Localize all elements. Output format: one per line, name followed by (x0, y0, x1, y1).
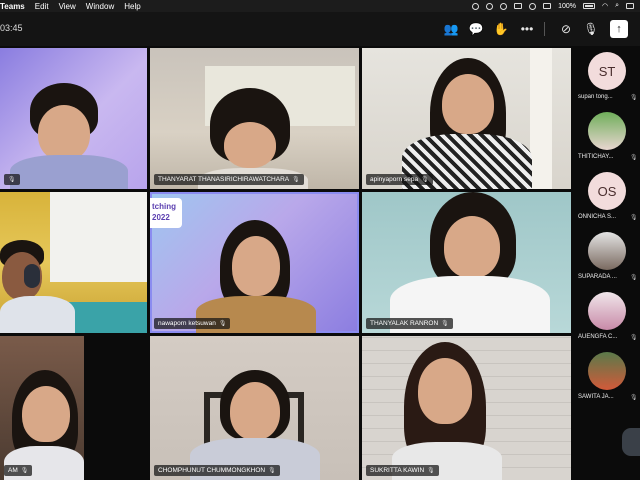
video-tile[interactable] (0, 192, 147, 333)
mic-muted-icon: 🎙 (630, 95, 638, 101)
mic-muted-icon: 🎙 (421, 177, 429, 183)
battery-icon[interactable] (582, 3, 595, 9)
video-tile-active[interactable]: tching 2022 nawaporn ketsuwan 🎙 (150, 192, 359, 333)
self-view-thumbnail[interactable] (622, 428, 640, 456)
mic-muted-icon: 🎙 (441, 321, 449, 327)
mic-muted-icon: 🎙 (20, 468, 29, 474)
menu-bar: Teams Edit View Window Help 100% ◠ ⌕ (0, 0, 640, 12)
participant-name: supan tong... (578, 94, 613, 100)
participant-name-label: THANYARAT THANASIRICHIRAWATCHARA 🎙 (154, 174, 304, 185)
participant-video (0, 240, 80, 333)
participant-video (390, 192, 550, 333)
mic-muted-icon: 🎙 (630, 155, 638, 161)
participant-video (190, 370, 320, 480)
video-tile[interactable]: 🎙 (0, 48, 147, 189)
participant-name: THITICHAY... (578, 154, 614, 160)
avatar: OS (588, 172, 626, 210)
reactions-icon[interactable]: ✋ (493, 21, 509, 37)
battery-percent: 100% (558, 2, 576, 10)
video-tile[interactable]: SUKRITTA KAWIN 🎙 (362, 336, 571, 480)
participant-name-label: apinyaporn sepa 🎙 (366, 174, 433, 185)
avatar (588, 292, 626, 330)
camera-status-icon[interactable] (486, 2, 494, 10)
mic-muted-icon: 🎙 (630, 215, 638, 221)
avatar (588, 112, 626, 150)
menu-app-teams[interactable]: Teams (0, 2, 25, 11)
video-tile[interactable]: AM 🎙 (0, 336, 84, 480)
people-icon[interactable]: 👥 (443, 21, 459, 37)
participant-name: ONNICHA S... (578, 214, 617, 220)
participant-video (4, 370, 84, 480)
participant-name: SAWITA JA... (578, 394, 614, 400)
control-center-icon[interactable] (626, 3, 634, 9)
participant-name-label: AM 🎙 (4, 465, 33, 476)
avatar (588, 352, 626, 390)
participant-name-label: nawaporn ketsuwan 🎙 (154, 318, 231, 329)
mic-muted-icon[interactable]: 🎙 (583, 21, 599, 37)
mic-muted-icon: 🎙 (8, 177, 16, 183)
vpn-status-icon[interactable] (529, 2, 537, 10)
video-tile[interactable]: CHOMPHUNUT CHUMMONGKHON 🎙 (150, 336, 359, 480)
menu-window[interactable]: Window (86, 2, 114, 11)
participant-name: AUENGFA C... (578, 334, 618, 340)
menu-view[interactable]: View (59, 2, 76, 11)
participant-gallery-sidebar: ST supan tong... 🎙 THITICHAY... 🎙 OS ONN… (574, 46, 640, 480)
participant-name-label: THANYALAK RANRON 🎙 (366, 318, 453, 329)
participant-thumbnail[interactable]: SUPARADA ... 🎙 (574, 232, 640, 292)
participant-thumbnail[interactable]: ST supan tong... 🎙 (574, 52, 640, 112)
mic-muted-icon: 🎙 (427, 468, 435, 474)
video-tile[interactable]: THANYALAK RANRON 🎙 (362, 192, 571, 333)
headset-icon (24, 264, 40, 288)
camera-off-icon[interactable]: ⊘ (558, 21, 574, 37)
toolbar-divider (544, 22, 545, 36)
more-options-icon[interactable]: ••• (519, 21, 535, 37)
participant-thumbnail[interactable]: OS ONNICHA S... 🎙 (574, 172, 640, 232)
screen-status-icon[interactable] (514, 3, 523, 9)
participant-video (10, 83, 130, 189)
participant-thumbnail[interactable]: SAWITA JA... 🎙 (574, 352, 640, 412)
mic-muted-icon: 🎙 (630, 335, 638, 341)
search-icon[interactable]: ⌕ (615, 2, 619, 10)
wifi-icon[interactable]: ◠ (602, 2, 608, 10)
avatar: ST (588, 52, 626, 90)
participant-video (386, 342, 516, 480)
status-app-icon[interactable] (472, 2, 480, 10)
mic-muted-icon: 🎙 (292, 177, 300, 183)
avatar (588, 232, 626, 270)
participant-name-label: CHOMPHUNUT CHUMMONGKHON 🎙 (154, 465, 280, 476)
mic-muted-icon: 🎙 (630, 275, 638, 281)
video-tile[interactable]: THANYARAT THANASIRICHIRAWATCHARA 🎙 (150, 48, 359, 189)
share-screen-icon[interactable]: ↑ (610, 20, 628, 38)
participant-name-label: 🎙 (4, 174, 20, 185)
participant-thumbnail[interactable]: THITICHAY... 🎙 (574, 112, 640, 172)
mic-muted-icon: 🎙 (630, 395, 638, 401)
participant-thumbnail[interactable]: AUENGFA C... 🎙 (574, 292, 640, 352)
participant-name: SUPARADA ... (578, 274, 617, 280)
extension-status-icon[interactable] (543, 3, 552, 9)
meeting-timer: 03:45 (0, 23, 23, 33)
mic-muted-icon: 🎙 (268, 468, 276, 474)
event-banner: tching 2022 (150, 198, 182, 228)
video-tile[interactable]: apinyaporn sepa 🎙 (362, 48, 571, 189)
participant-video (190, 220, 320, 333)
chat-icon[interactable]: 💬 (468, 21, 484, 37)
participant-video (402, 58, 532, 189)
participant-name-label: SUKRITTA KAWIN 🎙 (366, 465, 439, 476)
mic-muted-icon: 🎙 (218, 321, 227, 327)
sync-status-icon[interactable] (500, 2, 508, 10)
meeting-toolbar: 03:45 👥 💬 ✋ ••• ⊘ 🎙 ↑ (0, 12, 640, 46)
menu-help[interactable]: Help (124, 2, 140, 11)
menu-edit[interactable]: Edit (35, 2, 49, 11)
door-background (530, 48, 552, 189)
